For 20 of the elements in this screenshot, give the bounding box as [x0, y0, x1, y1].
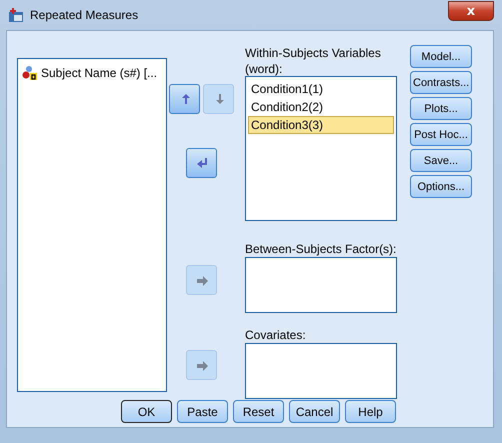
options-button[interactable]: Save...	[410, 149, 472, 172]
list-item[interactable]: Condition2(2)	[248, 98, 394, 116]
list-item[interactable]: Condition1(1)	[248, 80, 394, 98]
options-button[interactable]: Plots...	[410, 97, 472, 120]
dialog-button[interactable]: Paste	[177, 400, 228, 423]
dialog-button[interactable]: Help	[345, 400, 396, 423]
variable-name[interactable]: Subject Name (s#) [...	[41, 66, 158, 80]
field-label: Covariates:	[245, 327, 307, 343]
field-label: Within-Subjects Variables (word):	[245, 45, 382, 77]
options-button[interactable]: Post Hoc...	[410, 123, 472, 146]
options-button[interactable]: Contrasts...	[410, 71, 472, 94]
close-button[interactable]: x	[448, 1, 494, 21]
dialog-button[interactable]: Reset	[233, 400, 284, 423]
options-button[interactable]: Model...	[410, 45, 472, 68]
window-title: Repeated Measures	[30, 8, 138, 22]
dialog-button[interactable]: OK	[121, 400, 172, 423]
dialog-button[interactable]: Cancel	[289, 400, 340, 423]
list-item[interactable]: Condition3(3)	[248, 116, 394, 134]
options-button[interactable]: Options...	[410, 175, 472, 198]
field-label: Between-Subjects Factor(s):	[245, 241, 397, 257]
